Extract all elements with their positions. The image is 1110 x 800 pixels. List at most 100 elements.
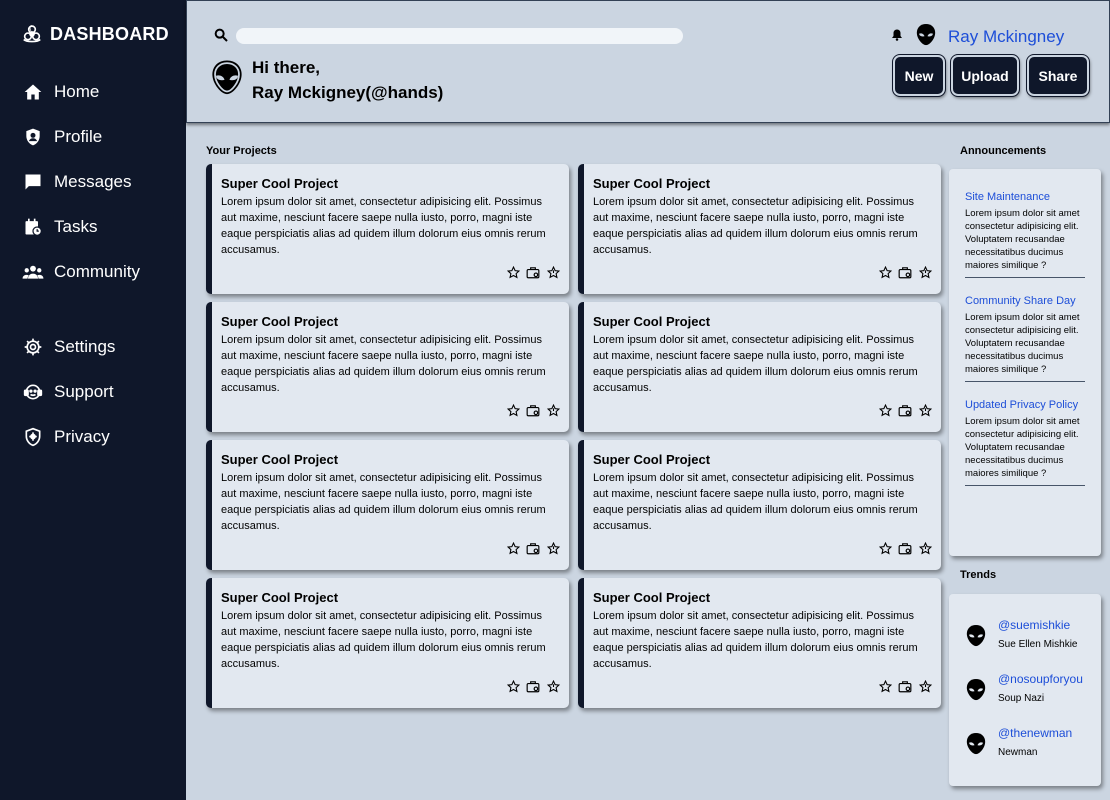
trends-title: Trends bbox=[960, 569, 997, 581]
trend-name: Sue Ellen Mishkie bbox=[998, 639, 1078, 650]
sidebar-item-home[interactable]: Home bbox=[0, 69, 186, 114]
alien-avatar-icon bbox=[209, 59, 245, 97]
star-plus-icon[interactable] bbox=[878, 403, 892, 417]
project-card[interactable]: Super Cool Project Lorem ipsum dolor sit … bbox=[578, 302, 941, 432]
sidebar-item-privacy[interactable]: Privacy bbox=[0, 414, 186, 459]
star-plus-icon[interactable] bbox=[506, 541, 520, 555]
announcement-link[interactable]: Site Maintenance bbox=[965, 191, 1085, 203]
brand-title: DASHBOARD bbox=[50, 23, 169, 44]
trend-handle[interactable]: @suemishkie bbox=[998, 618, 1070, 632]
brand[interactable]: DASHBOARD bbox=[20, 22, 169, 46]
sidebar-item-settings[interactable]: Settings bbox=[0, 324, 186, 369]
project-description: Lorem ipsum dolor sit amet, consectetur … bbox=[593, 334, 918, 394]
project-description: Lorem ipsum dolor sit amet, consectetur … bbox=[593, 196, 918, 256]
project-card[interactable]: Super Cool Project Lorem ipsum dolor sit … bbox=[578, 164, 941, 294]
announcement-item: Updated Privacy Policy Lorem ipsum dolor… bbox=[965, 399, 1085, 486]
project-card[interactable]: Super Cool Project Lorem ipsum dolor sit … bbox=[206, 302, 569, 432]
project-card[interactable]: Super Cool Project Lorem ipsum dolor sit … bbox=[206, 164, 569, 294]
star-share-icon[interactable] bbox=[546, 265, 560, 279]
trend-item[interactable]: @nosoupforyou Soup Nazi bbox=[949, 664, 1101, 704]
header: Hi there, Ray Mckigney(@hands) Ray Mckin… bbox=[186, 0, 1110, 123]
trend-item[interactable]: @thenewman Newman bbox=[949, 718, 1101, 758]
main-nav: Home Profile Messages Tasks Community bbox=[0, 69, 186, 294]
new-button[interactable]: New bbox=[892, 54, 946, 97]
sidebar-item-tasks[interactable]: Tasks bbox=[0, 204, 186, 249]
project-card[interactable]: Super Cool Project Lorem ipsum dolor sit … bbox=[206, 440, 569, 570]
project-title: Super Cool Project bbox=[221, 314, 339, 329]
project-title: Super Cool Project bbox=[593, 590, 711, 605]
briefcase-eye-icon[interactable] bbox=[526, 679, 540, 693]
project-description: Lorem ipsum dolor sit amet, consectetur … bbox=[593, 610, 918, 670]
project-description: Lorem ipsum dolor sit amet, consectetur … bbox=[221, 610, 546, 670]
alien-avatar-icon bbox=[965, 678, 987, 702]
search-icon[interactable] bbox=[213, 27, 231, 45]
trend-item[interactable]: @suemishkie Sue Ellen Mishkie bbox=[949, 610, 1101, 650]
star-share-icon[interactable] bbox=[918, 541, 932, 555]
briefcase-eye-icon[interactable] bbox=[526, 541, 540, 555]
announcement-item: Community Share Day Lorem ipsum dolor si… bbox=[965, 295, 1085, 382]
sidebar: DASHBOARD Home Profile Messages Tasks Co… bbox=[0, 0, 186, 800]
briefcase-eye-icon[interactable] bbox=[898, 403, 912, 417]
user-avatar-icon[interactable] bbox=[915, 23, 937, 47]
announcement-text: Lorem ipsum dolor sit amet consectetur a… bbox=[965, 208, 1080, 271]
announcements-panel: Site Maintenance Lorem ipsum dolor sit a… bbox=[949, 169, 1101, 556]
gear-icon bbox=[22, 336, 44, 358]
alien-avatar-icon bbox=[965, 624, 987, 648]
briefcase-eye-icon[interactable] bbox=[898, 679, 912, 693]
trend-handle[interactable]: @nosoupforyou bbox=[998, 672, 1083, 686]
alien-avatar-icon bbox=[965, 732, 987, 756]
announcement-text: Lorem ipsum dolor sit amet consectetur a… bbox=[965, 416, 1080, 479]
trend-handle[interactable]: @thenewman bbox=[998, 726, 1072, 740]
upload-button[interactable]: Upload bbox=[950, 54, 1020, 97]
briefcase-eye-icon[interactable] bbox=[898, 265, 912, 279]
sidebar-item-support[interactable]: Support bbox=[0, 369, 186, 414]
project-actions bbox=[878, 679, 932, 693]
star-plus-icon[interactable] bbox=[506, 403, 520, 417]
project-card[interactable]: Super Cool Project Lorem ipsum dolor sit … bbox=[578, 440, 941, 570]
star-share-icon[interactable] bbox=[918, 403, 932, 417]
project-actions bbox=[506, 541, 560, 555]
star-share-icon[interactable] bbox=[546, 541, 560, 555]
star-plus-icon[interactable] bbox=[878, 265, 892, 279]
share-button[interactable]: Share bbox=[1026, 54, 1090, 97]
star-share-icon[interactable] bbox=[918, 265, 932, 279]
project-title: Super Cool Project bbox=[221, 452, 339, 467]
star-plus-icon[interactable] bbox=[878, 679, 892, 693]
star-share-icon[interactable] bbox=[546, 403, 560, 417]
star-plus-icon[interactable] bbox=[506, 679, 520, 693]
sidebar-item-label: Messages bbox=[54, 171, 132, 191]
secondary-nav: Settings Support Privacy bbox=[0, 324, 186, 459]
project-title: Super Cool Project bbox=[593, 452, 711, 467]
sidebar-item-messages[interactable]: Messages bbox=[0, 159, 186, 204]
project-card[interactable]: Super Cool Project Lorem ipsum dolor sit … bbox=[578, 578, 941, 708]
briefcase-eye-icon[interactable] bbox=[526, 265, 540, 279]
message-icon bbox=[22, 171, 44, 193]
trend-name: Soup Nazi bbox=[998, 693, 1045, 704]
search-input[interactable] bbox=[236, 28, 683, 44]
briefcase-eye-icon[interactable] bbox=[898, 541, 912, 555]
project-card[interactable]: Super Cool Project Lorem ipsum dolor sit … bbox=[206, 578, 569, 708]
sidebar-item-community[interactable]: Community bbox=[0, 249, 186, 294]
sidebar-item-profile[interactable]: Profile bbox=[0, 114, 186, 159]
star-share-icon[interactable] bbox=[546, 679, 560, 693]
star-share-icon[interactable] bbox=[918, 679, 932, 693]
project-actions bbox=[878, 403, 932, 417]
sidebar-item-label: Community bbox=[54, 261, 140, 281]
users-icon bbox=[22, 261, 44, 283]
project-actions bbox=[506, 265, 560, 279]
announcement-link[interactable]: Updated Privacy Policy bbox=[965, 399, 1085, 411]
project-actions bbox=[878, 541, 932, 555]
user-name-link[interactable]: Ray Mckingney bbox=[948, 27, 1064, 47]
bell-icon[interactable] bbox=[891, 28, 905, 44]
announcement-text: Lorem ipsum dolor sit amet consectetur a… bbox=[965, 312, 1080, 375]
star-plus-icon[interactable] bbox=[878, 541, 892, 555]
announcement-item: Site Maintenance Lorem ipsum dolor sit a… bbox=[965, 191, 1085, 278]
star-plus-icon[interactable] bbox=[506, 265, 520, 279]
briefcase-eye-icon[interactable] bbox=[526, 403, 540, 417]
headset-icon bbox=[22, 381, 44, 403]
announcement-link[interactable]: Community Share Day bbox=[965, 295, 1085, 307]
project-description: Lorem ipsum dolor sit amet, consectetur … bbox=[221, 196, 546, 256]
project-actions bbox=[878, 265, 932, 279]
announcements-title: Announcements bbox=[960, 145, 1047, 157]
calendar-clock-icon bbox=[22, 216, 44, 238]
